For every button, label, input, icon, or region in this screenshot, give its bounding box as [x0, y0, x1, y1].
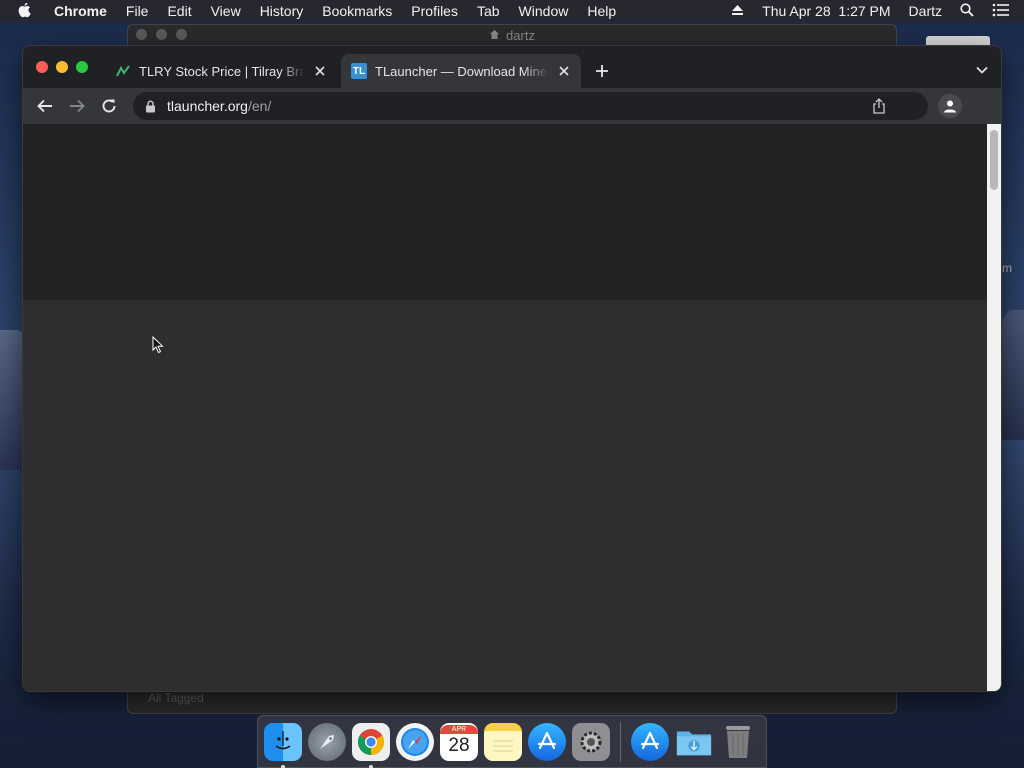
system-preferences-icon[interactable]	[572, 722, 610, 761]
app-menu[interactable]: Chrome	[54, 3, 107, 19]
tab-tlry-stock[interactable]: TLRY Stock Price | Tilray Brands	[105, 54, 337, 88]
dock: APR 28	[257, 715, 767, 768]
zoom-window-button[interactable]	[76, 61, 88, 73]
eject-icon[interactable]	[731, 3, 744, 19]
url-host: tlauncher.org	[167, 98, 248, 114]
app-store-download-icon[interactable]	[631, 722, 669, 761]
menu-profiles[interactable]: Profiles	[411, 3, 458, 19]
notes-icon[interactable]	[484, 722, 522, 761]
chart-icon	[115, 63, 131, 79]
calendar-icon[interactable]: APR 28	[440, 722, 478, 761]
desktop-side-label: m	[1002, 261, 1012, 275]
chrome-window: TLRY Stock Price | Tilray Brands TL TLau…	[22, 45, 1002, 692]
background-window-footer: All Tagged	[148, 691, 204, 705]
menu-history[interactable]: History	[260, 3, 304, 19]
background-window-titlebar[interactable]: dartz	[128, 25, 896, 45]
finder-icon[interactable]	[264, 722, 302, 768]
menu-edit[interactable]: Edit	[167, 3, 191, 19]
browser-toolbar: tlauncher.org/en/	[23, 88, 1001, 124]
background-window-controls	[136, 29, 196, 40]
spotlight-search-icon[interactable]	[960, 2, 974, 20]
calendar-month: APR	[440, 725, 478, 734]
home-icon	[489, 28, 500, 43]
trash-icon[interactable]	[719, 723, 757, 761]
menu-file[interactable]: File	[126, 3, 149, 19]
menu-view[interactable]: View	[211, 3, 241, 19]
address-bar[interactable]: tlauncher.org/en/	[133, 92, 928, 120]
menu-bookmarks[interactable]: Bookmarks	[322, 3, 392, 19]
close-tab-icon[interactable]	[555, 62, 573, 80]
safari-icon[interactable]	[396, 722, 434, 761]
profile-avatar-icon[interactable]	[938, 94, 962, 118]
page-viewport[interactable]	[23, 124, 989, 691]
tab-strip: TLRY Stock Price | Tilray Brands TL TLau…	[23, 46, 1001, 88]
close-tab-icon[interactable]	[311, 62, 329, 80]
user-menu[interactable]: Dartz	[909, 3, 942, 19]
menu-window[interactable]: Window	[519, 3, 569, 19]
scrollbar-thumb[interactable]	[990, 130, 998, 190]
apple-menu-icon[interactable]	[18, 3, 38, 19]
dock-separator	[620, 721, 621, 762]
close-window-button[interactable]	[36, 61, 48, 73]
menu-help[interactable]: Help	[587, 3, 616, 19]
new-tab-button[interactable]	[591, 60, 613, 82]
share-icon[interactable]	[872, 98, 886, 114]
calendar-day: 28	[448, 735, 470, 756]
tab-title: TLRY Stock Price | Tilray Brands	[139, 63, 305, 79]
tlauncher-icon: TL	[351, 63, 367, 79]
downloads-folder-icon[interactable]	[675, 723, 713, 761]
url-path: /en/	[247, 98, 272, 114]
tab-tlauncher[interactable]: TL TLauncher — Download Minecraft	[341, 54, 581, 88]
back-arrow-icon[interactable]	[33, 94, 57, 118]
menubar: Chrome File Edit View History Bookmarks …	[0, 0, 1024, 22]
app-store-icon[interactable]	[528, 722, 566, 761]
mouse-pointer-icon	[152, 335, 164, 354]
window-controls	[36, 61, 96, 73]
forward-arrow-icon[interactable]	[65, 94, 89, 118]
page-scrollbar[interactable]	[987, 124, 1001, 691]
tab-search-chevron-icon[interactable]	[975, 63, 989, 77]
minimize-window-button[interactable]	[56, 61, 68, 73]
background-window-title: dartz	[506, 27, 535, 43]
reload-icon[interactable]	[97, 94, 121, 118]
control-center-icon[interactable]	[992, 3, 1010, 20]
clock[interactable]: Thu Apr 28 1:27 PM	[762, 3, 890, 19]
launchpad-icon[interactable]	[308, 722, 346, 761]
menu-tab[interactable]: Tab	[477, 3, 500, 19]
tab-title: TLauncher — Download Minecraft	[375, 63, 549, 79]
lock-icon[interactable]	[145, 99, 157, 113]
page-header-band	[23, 124, 989, 300]
chrome-icon[interactable]	[352, 722, 390, 768]
